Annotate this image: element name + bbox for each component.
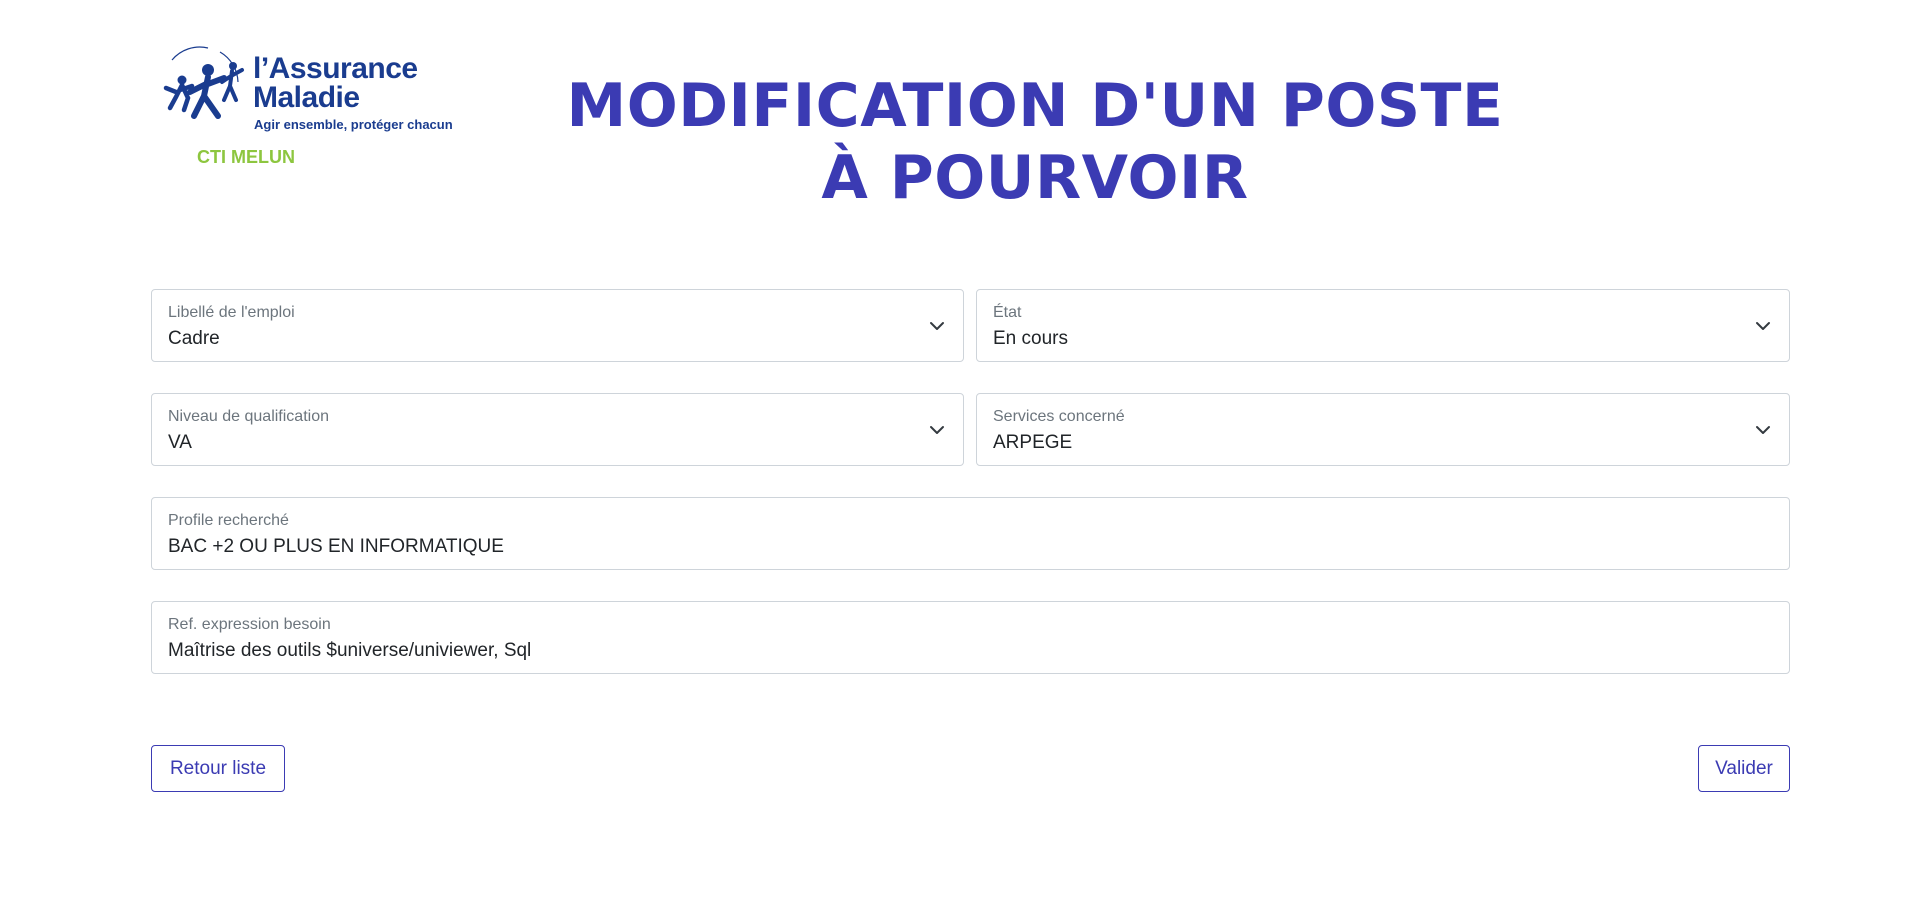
niveau-qualification-label: Niveau de qualification — [168, 408, 329, 425]
valider-button[interactable]: Valider — [1698, 745, 1790, 792]
profile-recherche-label: Profile recherché — [168, 512, 289, 529]
profile-recherche-value: BAC +2 OU PLUS EN INFORMATIQUE — [168, 536, 504, 557]
niveau-qualification-value: VA — [168, 432, 192, 453]
chevron-down-icon — [930, 426, 944, 434]
chevron-down-icon — [1756, 426, 1770, 434]
services-concerne-label: Services concerné — [993, 408, 1125, 425]
libelle-emploi-value: Cadre — [168, 328, 220, 349]
assurance-maladie-logo: l’Assurance Maladie Agir ensemble, proté… — [158, 42, 458, 137]
libelle-emploi-label: Libellé de l'emploi — [168, 304, 295, 321]
chevron-down-icon — [1756, 322, 1770, 330]
retour-liste-button[interactable]: Retour liste — [151, 745, 285, 792]
logo-tagline: Agir ensemble, protéger chacun — [254, 117, 453, 132]
services-concerne-select[interactable]: Services concerné ARPEGE — [976, 393, 1790, 466]
profile-recherche-input[interactable]: Profile recherché BAC +2 OU PLUS EN INFO… — [151, 497, 1790, 570]
chevron-down-icon — [930, 322, 944, 330]
niveau-qualification-select[interactable]: Niveau de qualification VA — [151, 393, 964, 466]
ref-expression-besoin-value: Maîtrise des outils $universe/univiewer,… — [168, 640, 532, 661]
ref-expression-besoin-input[interactable]: Ref. expression besoin Maîtrise des outi… — [151, 601, 1790, 674]
site-label: CTI MELUN — [197, 147, 295, 167]
etat-select[interactable]: État En cours — [976, 289, 1790, 362]
page-title: MODIFICATION D'UN POSTE À POURVOIR — [566, 71, 1504, 213]
services-concerne-value: ARPEGE — [993, 432, 1073, 453]
logo-figures-icon — [163, 46, 244, 119]
etat-label: État — [993, 304, 1022, 321]
libelle-emploi-select[interactable]: Libellé de l'emploi Cadre — [151, 289, 964, 362]
logo-title: l’Assurance Maladie — [253, 52, 418, 114]
ref-expression-besoin-label: Ref. expression besoin — [168, 616, 331, 633]
etat-value: En cours — [993, 328, 1068, 349]
